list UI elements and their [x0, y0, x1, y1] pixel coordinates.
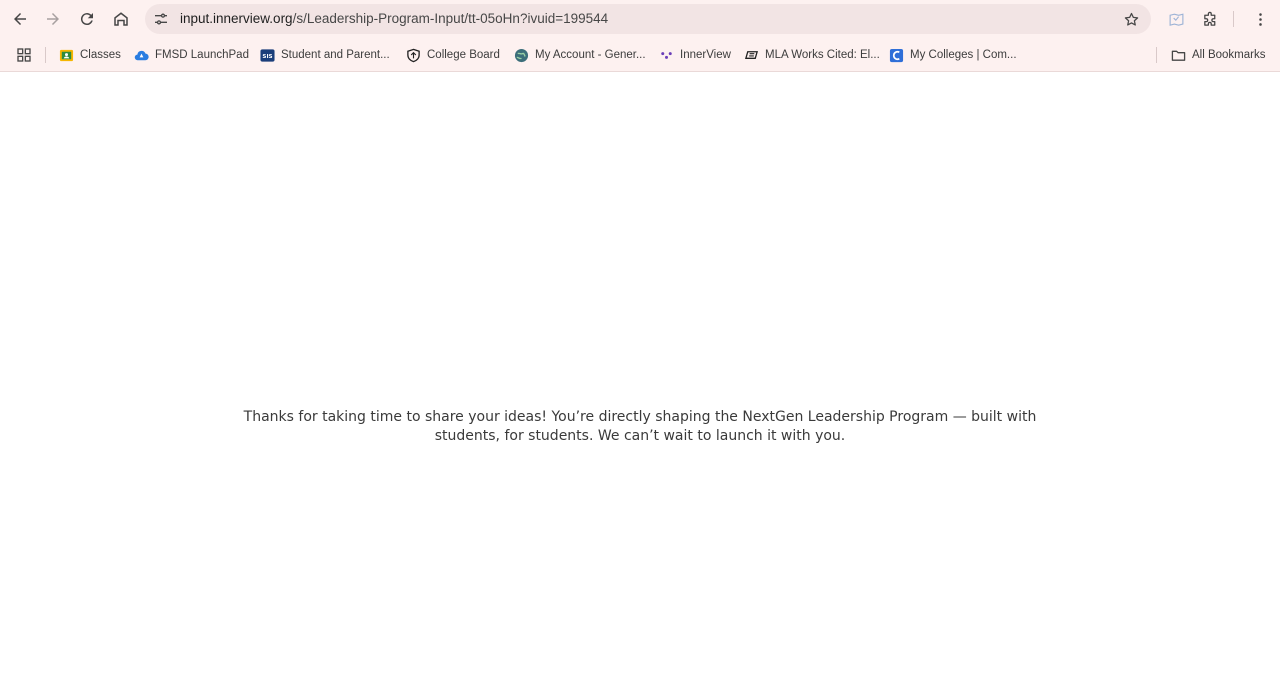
bookmark-classes[interactable]: Classes — [59, 45, 121, 65]
bookmark-label: FMSD LaunchPad — [155, 49, 249, 61]
thank-you-message: Thanks for taking time to share your ide… — [243, 409, 1037, 444]
innerview-icon — [659, 48, 674, 63]
all-bookmarks-label: All Bookmarks — [1192, 49, 1266, 61]
kebab-menu-icon — [1258, 12, 1262, 26]
arrow-right-icon — [47, 13, 59, 25]
common-app-icon — [889, 48, 904, 63]
forward-button[interactable] — [39, 5, 67, 33]
menu-button[interactable] — [1246, 5, 1274, 33]
browser-toolbar: input.innerview.org/s/Leadership-Program… — [0, 0, 1280, 38]
bookmark-label: Classes — [80, 49, 121, 61]
bookmark-college-board[interactable]: College Board — [406, 45, 500, 65]
apps-grid-icon[interactable] — [14, 45, 34, 65]
bookmark-innerview[interactable]: InnerView — [659, 45, 731, 65]
site-info-icon[interactable] — [151, 9, 171, 29]
sis-icon: SIS — [260, 48, 275, 63]
college-board-shield-icon — [406, 48, 421, 63]
all-bookmarks-button[interactable]: All Bookmarks — [1171, 45, 1266, 65]
bookmark-my-account[interactable]: My Account - Gener... — [514, 45, 646, 65]
reading-mode-icon — [1169, 12, 1183, 26]
purdue-owl-icon — [744, 48, 759, 63]
bookmark-label: Student and Parent... — [281, 49, 390, 61]
puzzle-piece-icon — [1203, 11, 1215, 26]
reading-mode-button[interactable] — [1162, 5, 1190, 33]
page-content: Thanks for taking time to share your ide… — [0, 73, 1280, 679]
bookmark-label: InnerView — [680, 49, 731, 61]
bookmark-my-colleges[interactable]: My Colleges | Com... — [889, 45, 1017, 65]
reload-button[interactable] — [73, 5, 101, 33]
globe-icon — [514, 48, 529, 63]
launchpad-cloud-icon — [134, 48, 149, 63]
url-domain: input.innerview.org — [180, 11, 293, 26]
bookmarks-divider — [45, 47, 46, 63]
bookmark-label: My Colleges | Com... — [910, 49, 1017, 61]
bookmark-star-icon[interactable] — [1121, 9, 1141, 29]
svg-text:SIS: SIS — [262, 53, 272, 59]
bookmark-label: College Board — [427, 49, 500, 61]
bookmark-fmsd-launchpad[interactable]: FMSD LaunchPad — [134, 45, 249, 65]
address-bar[interactable]: input.innerview.org/s/Leadership-Program… — [145, 4, 1151, 34]
extensions-button[interactable] — [1196, 5, 1224, 33]
reload-icon — [80, 13, 93, 26]
url-path: /s/Leadership-Program-Input/tt-05oHn?ivu… — [292, 11, 609, 26]
bookmark-mla-works-cited[interactable]: MLA Works Cited: El... — [744, 45, 880, 65]
arrow-left-icon — [14, 13, 26, 25]
back-button[interactable] — [6, 5, 34, 33]
toolbar-divider — [1233, 11, 1234, 27]
home-icon — [114, 12, 128, 26]
folder-icon — [1171, 48, 1186, 63]
bookmark-label: MLA Works Cited: El... — [765, 49, 880, 61]
bookmark-label: My Account - Gener... — [535, 49, 646, 61]
google-classroom-icon — [59, 48, 74, 63]
bookmarks-divider — [1156, 47, 1157, 63]
bookmarks-bar: Classes FMSD LaunchPad SIS Student and P… — [0, 38, 1280, 72]
url-text: input.innerview.org/s/Leadership-Program… — [180, 11, 608, 26]
bookmark-student-and-parent[interactable]: SIS Student and Parent... — [260, 45, 390, 65]
home-button[interactable] — [107, 5, 135, 33]
